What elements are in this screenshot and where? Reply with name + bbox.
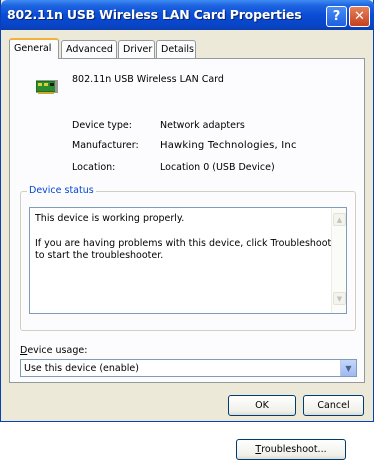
device-usage-label: Device usage: bbox=[20, 345, 87, 356]
status-scrollbar[interactable]: ▲ ▼ bbox=[331, 208, 346, 313]
window-title: 802.11n USB Wireless LAN Card Properties bbox=[7, 7, 302, 22]
device-type-label: Device type: bbox=[72, 120, 132, 131]
status-message: This device is working properly. bbox=[35, 213, 185, 224]
status-help-text: If you are having problems with this dev… bbox=[35, 238, 332, 261]
network-card-icon bbox=[36, 80, 58, 94]
help-button[interactable]: ? bbox=[326, 6, 347, 27]
manufacturer-label: Manufacturer: bbox=[72, 140, 139, 151]
scroll-down-icon[interactable]: ▼ bbox=[333, 292, 346, 305]
device-type-value: Network adapters bbox=[160, 120, 245, 131]
device-name: 802.11n USB Wireless LAN Card bbox=[72, 74, 224, 85]
tab-driver[interactable]: Driver bbox=[118, 40, 155, 58]
troubleshoot-label: roubleshoot... bbox=[261, 444, 327, 455]
close-button[interactable]: ✕ bbox=[349, 6, 370, 27]
manufacturer-value: Hawking Technologies, Inc bbox=[160, 140, 297, 151]
device-usage-value: Use this device (enable) bbox=[24, 363, 139, 374]
tab-details[interactable]: Details bbox=[156, 40, 196, 58]
device-status-label: Device status bbox=[27, 185, 96, 196]
scroll-up-icon[interactable]: ▲ bbox=[333, 213, 346, 226]
properties-dialog: 802.11n USB Wireless LAN Card Properties… bbox=[0, 0, 374, 460]
cancel-button[interactable]: Cancel bbox=[303, 395, 364, 416]
title-bar[interactable]: 802.11n USB Wireless LAN Card Properties… bbox=[1, 0, 374, 30]
chevron-down-icon[interactable]: ▼ bbox=[340, 360, 356, 376]
troubleshoot-button[interactable]: Troubleshoot... bbox=[236, 439, 346, 460]
device-usage-label-text: evice usage: bbox=[27, 345, 88, 356]
close-icon: ✕ bbox=[354, 9, 365, 24]
ok-button[interactable]: OK bbox=[228, 395, 296, 416]
location-value: Location 0 (USB Device) bbox=[160, 162, 275, 173]
device-status-textbox[interactable]: This device is working properly. If you … bbox=[29, 207, 347, 314]
general-panel: 802.11n USB Wireless LAN Card Device typ… bbox=[9, 58, 365, 460]
device-status-group: Device status This device is working pro… bbox=[20, 185, 356, 460]
tab-general[interactable]: General bbox=[9, 38, 59, 59]
tab-advanced[interactable]: Advanced bbox=[61, 40, 117, 58]
location-label: Location: bbox=[72, 162, 116, 173]
device-usage-dropdown[interactable]: Use this device (enable) ▼ bbox=[20, 359, 357, 377]
help-icon: ? bbox=[332, 9, 341, 24]
